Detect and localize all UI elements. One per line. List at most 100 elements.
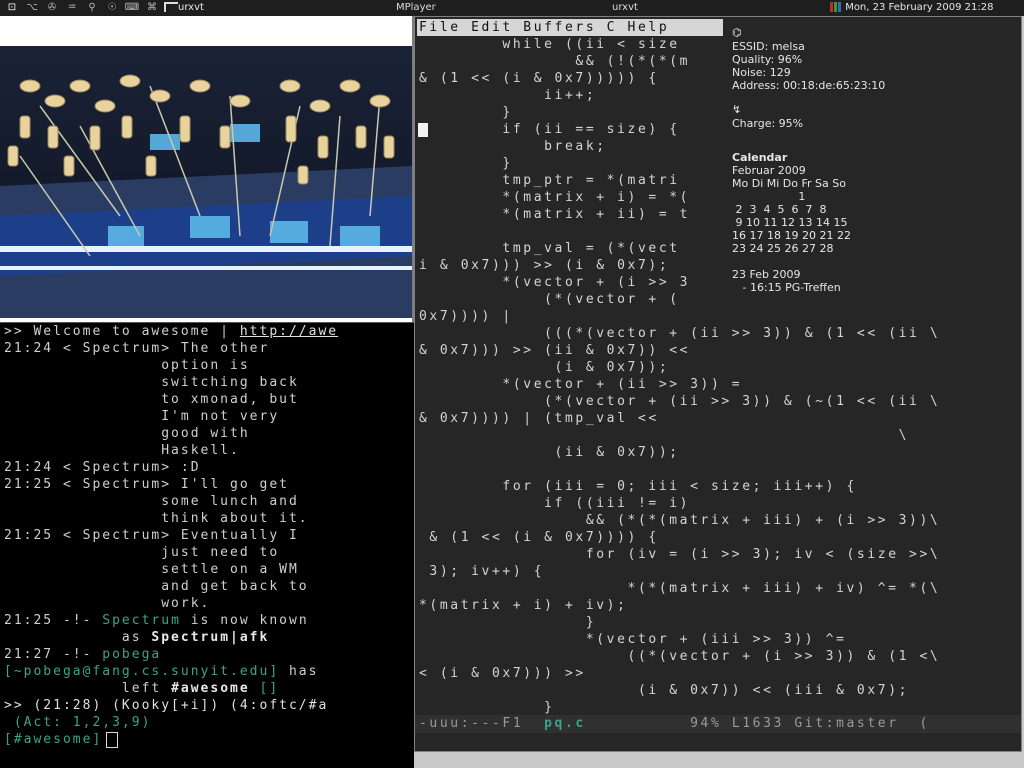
wifi-icon: ⌬ <box>732 26 742 39</box>
code-line: && (*(*(matrix + iii) + (i >> 3))\ <box>419 513 941 528</box>
text-cursor <box>106 731 119 748</box>
code-line: *(vector + (i >> 3 <box>419 275 691 290</box>
code-line: } <box>419 156 513 171</box>
net-meter <box>838 2 841 12</box>
activity-bar: (Act: 1,2,3,9) <box>4 715 152 730</box>
code-line: for (iii = 0; iii < size; iii++) { <box>419 479 857 494</box>
emacs-window[interactable]: File Edit Buffers C Help while ((ii < si… <box>414 16 1022 752</box>
mplayer-window[interactable] <box>0 16 414 322</box>
chat-line: I'm not very <box>4 409 280 424</box>
channel-prompt: [#awesome] <box>4 732 103 747</box>
calendar-week: 9 10 11 12 13 14 15 <box>732 216 848 229</box>
chat-line: option is <box>4 358 250 373</box>
code-line: *(matrix + ii) = t <box>419 207 691 222</box>
tag-wave-icon[interactable]: ♒ <box>62 0 82 16</box>
tag-command-icon[interactable]: ⌘ <box>142 0 162 16</box>
code-line: } <box>419 700 555 715</box>
irssi-terminal[interactable]: >> Welcome to awesome | http://awe 21:24… <box>0 322 414 768</box>
code-line: if ((iii != i) <box>419 496 691 511</box>
code-line: ii++; <box>419 88 597 103</box>
code-line: *(matrix + i) + iv); <box>419 598 628 613</box>
wifi-quality: Quality: 96% <box>732 53 803 66</box>
buffer-name: pq.c <box>544 716 586 731</box>
battery-charge: Charge: 95% <box>732 117 804 130</box>
chat-line: just need to <box>4 545 280 560</box>
chat-line: 21:25 < Spectrum> Eventually I <box>4 528 299 543</box>
task-urxvt[interactable]: urxvt <box>612 0 638 16</box>
part-host-line: [~pobega@fang.cs.sunyit.edu] has <box>4 664 319 679</box>
focused-window-title: urxvt <box>178 2 204 13</box>
tag-terminal-icon[interactable]: ⊡ <box>2 0 22 16</box>
code-line: && (!(*(*(m <box>419 54 691 69</box>
code-line: *(vector + (ii >> 3)) = <box>419 377 743 392</box>
chat-line: 21:24 < Spectrum> The other <box>4 341 270 356</box>
essid: ESSID: melsa <box>732 40 805 53</box>
task-mplayer[interactable]: MPlayer <box>396 0 436 16</box>
chat-line: some lunch and <box>4 494 299 509</box>
code-line: (ii & 0x7)); <box>419 445 680 460</box>
code-line: } <box>419 615 597 630</box>
code-line: & 0x7)))) | (tmp_val << <box>419 411 659 426</box>
code-line: ((*(vector + (i >> 3)) & (1 <\ <box>419 649 941 664</box>
calendar-week: 23 24 25 26 27 28 <box>732 242 834 255</box>
calendar-week: 1 <box>732 190 806 203</box>
chat-line: switching back <box>4 375 299 390</box>
chat-line: settle on a WM <box>4 562 299 577</box>
top-panel: ⊡ ⌥ ✇ ♒ ⚲ ☉ ⌨ ⌘ urxvt MPlayer urxvt Mon, 23 Feb… <box>0 0 1024 16</box>
chat-line: think about it. <box>4 511 309 526</box>
chat-line: work. <box>4 596 211 611</box>
video-frame <box>0 46 412 318</box>
emacs-menubar[interactable]: File Edit Buffers C Help <box>417 19 723 36</box>
code-line: & 0x7))) >> (ii & 0x7)) << <box>419 343 691 358</box>
layout-tile-icon[interactable] <box>164 2 178 12</box>
code-line: & (1 << (i & 0x7)))) { <box>419 530 659 545</box>
chat-line: to xmonad, but <box>4 392 299 407</box>
code-line: if (ii == size) { <box>419 122 680 137</box>
code-line: while ((ii < size <box>419 37 680 52</box>
tag-keyboard-icon[interactable]: ⌨ <box>122 0 142 16</box>
code-line: (i & 0x7)) << (iii & 0x7); <box>419 683 910 698</box>
nick-change-line: 21:25 -!- Spectrum is now known <box>4 613 309 628</box>
chat-line: Haskell. <box>4 443 240 458</box>
code-line: *(vector + (iii >> 3)) ^= <box>419 632 847 647</box>
event-item: - 16:15 PG-Treffen <box>732 281 841 294</box>
welcome-line: >> Welcome to awesome | http://awe <box>4 324 339 339</box>
code-line: *(*(matrix + iii) + iv) ^= *(\ <box>419 581 941 596</box>
chat-line: 21:25 < Spectrum> I'll go get <box>4 477 289 492</box>
part-left-line: left #awesome [] <box>121 681 280 696</box>
cpu-meter <box>830 2 833 12</box>
emacs-point-cursor <box>418 123 428 137</box>
tag-web-icon[interactable]: ✇ <box>42 0 62 16</box>
code-line: break; <box>419 139 607 154</box>
code-line: for (iv = (i >> 3); iv < (size >>\ <box>419 547 941 562</box>
calendar-week: 2 3 4 5 6 7 8 <box>732 203 827 216</box>
code-line: (*(vector + ( <box>419 292 680 307</box>
code-line: *(matrix + i) = *( <box>419 190 691 205</box>
tag-option-icon[interactable]: ⌥ <box>22 0 42 16</box>
tag-list: ⊡ ⌥ ✇ ♒ ⚲ ☉ ⌨ ⌘ <box>2 0 182 16</box>
code-line: 3); iv++) { <box>419 564 545 579</box>
code-line: tmp_ptr = *(matri <box>419 173 680 188</box>
code-line: 0x7)))) | <box>419 309 513 324</box>
status-bar: >> (21:28) (Kooky[+i]) (4:oftc/#a <box>4 698 329 713</box>
calendar-weekdays: Mo Di Mi Do Fr Sa So <box>732 177 846 190</box>
mem-meter <box>834 2 837 12</box>
calendar-title: Calendar <box>732 151 788 164</box>
code-line: (i & 0x7)); <box>419 360 670 375</box>
chat-line: and get back to <box>4 579 309 594</box>
tag-search-icon[interactable]: ⚲ <box>82 0 102 16</box>
code-line: (((*(vector + (ii >> 3)) & (1 << (ii \ <box>419 326 941 341</box>
nick-change-line-2: as Spectrum|afk <box>121 630 270 645</box>
chat-line: 21:24 < Spectrum> :D <box>4 460 201 475</box>
tag-sun-icon[interactable]: ☉ <box>102 0 122 16</box>
part-line: 21:27 -!- pobega <box>4 647 162 662</box>
code-line: < (i & 0x7))) >> <box>419 666 586 681</box>
event-date: 23 Feb 2009 <box>732 268 801 281</box>
code-line: } <box>419 105 513 120</box>
code-line: \ <box>419 428 910 443</box>
input-line[interactable]: [#awesome] <box>4 731 119 748</box>
topic-link[interactable]: http://awe <box>240 324 338 339</box>
wifi-noise: Noise: 129 <box>732 66 791 79</box>
calendar-week: 16 17 18 19 20 21 22 <box>732 229 851 242</box>
calendar-month: Februar 2009 <box>732 164 806 177</box>
